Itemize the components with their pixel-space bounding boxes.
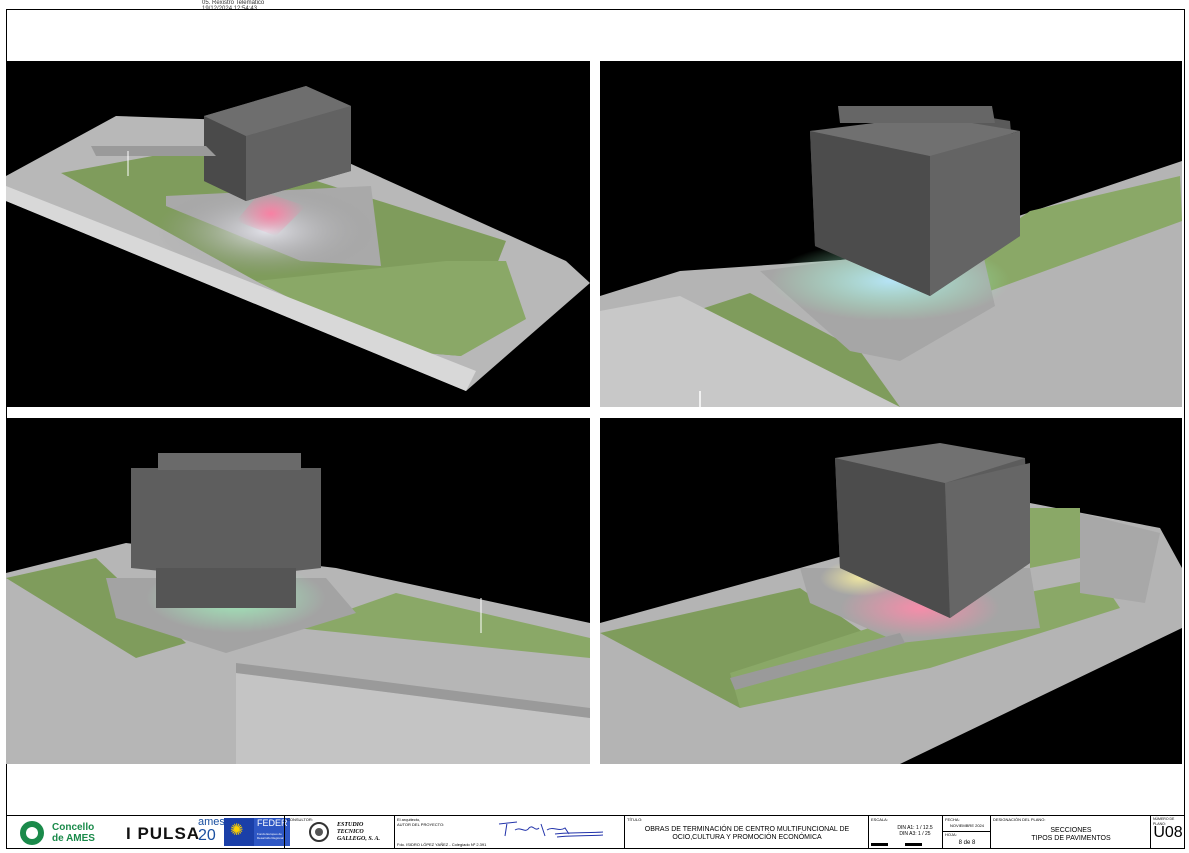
impulsa-logo-num: 20 bbox=[198, 827, 216, 844]
fecha-label: FECHA: bbox=[945, 817, 960, 822]
titulo-label: TÍTULO: bbox=[627, 817, 643, 822]
escala-label: ESCALA: bbox=[871, 817, 888, 822]
designacion-line1: SECCIONES bbox=[1050, 827, 1092, 834]
hoja-label: HOJA: bbox=[945, 832, 957, 837]
consultor-name-line3: GALLEGO, S. A. bbox=[337, 836, 380, 842]
ames-logo-icon bbox=[20, 821, 44, 845]
designacion-label: DESIGNACIÓN DEL PLANO: bbox=[993, 817, 1046, 822]
designacion-line2: TIPOS DE PAVIMENTOS bbox=[1031, 835, 1111, 842]
render-view-3-graphic bbox=[6, 418, 590, 764]
titulo-line2: OCIO,CULTURA Y PROMOCIÓN ECONÓMICA bbox=[672, 834, 822, 841]
estudio-seal-icon bbox=[309, 822, 329, 842]
render-view-1 bbox=[6, 61, 590, 407]
consultor-cell: CONSULTOR: ESTUDIO TECNICO GALLEGO, S. A… bbox=[284, 816, 394, 849]
plan-number: U08 bbox=[1153, 824, 1183, 841]
fecha-value: NOVIEMBRE 2024 bbox=[949, 823, 984, 828]
ames-logo-line2: de AMES bbox=[52, 833, 95, 844]
graphic-scale-bar bbox=[871, 843, 939, 846]
consultor-name-line1: ESTUDIO bbox=[337, 822, 364, 828]
author-cell: El arquitecto, AUTOR DEL PROYECTO: Fdo. … bbox=[394, 816, 624, 849]
consultor-name-line2: TECNICO bbox=[337, 829, 364, 835]
ames-logo-line1: Concello bbox=[52, 822, 95, 833]
impulsa-logo: I PULSA ames 20 bbox=[126, 816, 226, 848]
escala-a3: DIN A3: 1 / 25 bbox=[899, 831, 931, 837]
eu-stars-icon: ✺ bbox=[230, 822, 244, 839]
feder-title: FEDER bbox=[257, 818, 288, 828]
designacion-cell: DESIGNACIÓN DEL PLANO: SECCIONES TIPOS D… bbox=[990, 816, 1150, 849]
titulo-cell: TÍTULO: OBRAS DE TERMINACIÓN DE CENTRO M… bbox=[624, 816, 868, 849]
eu-flag-logo: ✺ bbox=[224, 818, 254, 846]
render-view-2-graphic bbox=[600, 61, 1182, 407]
titulo-line1: OBRAS DE TERMINACIÓN DE CENTRO MULTIFUNC… bbox=[644, 826, 850, 833]
render-view-1-graphic bbox=[6, 61, 590, 407]
hoja-value: 8 de 8 bbox=[958, 840, 976, 846]
escala-cell: ESCALA: DIN A1: 1 / 12.5 DIN A3: 1 / 25 bbox=[868, 816, 942, 849]
consultor-label: CONSULTOR: bbox=[287, 817, 313, 822]
fecha-cell: FECHA: NOVIEMBRE 2024 HOJA: 8 de 8 bbox=[942, 816, 991, 849]
title-block: Concello de AMES I PULSA ames 20 ✺ FEDER… bbox=[6, 815, 1185, 849]
architect-signature bbox=[498, 821, 604, 838]
impulsa-logo-word: I PULSA bbox=[126, 824, 201, 843]
numero-cell: NÚMERO DE PLANO: U08 bbox=[1150, 816, 1185, 849]
render-view-4 bbox=[600, 418, 1182, 764]
author-label: AUTOR DEL PROYECTO: bbox=[397, 822, 445, 827]
render-view-4-graphic bbox=[600, 418, 1182, 764]
render-view-3 bbox=[6, 418, 590, 764]
render-view-2 bbox=[600, 61, 1182, 407]
author-name: Fdo. ISIDRO LÓPEZ YAÑEZ - Colegiado Nº 2… bbox=[397, 842, 487, 847]
concello-ames-logo: Concello de AMES bbox=[16, 820, 126, 847]
